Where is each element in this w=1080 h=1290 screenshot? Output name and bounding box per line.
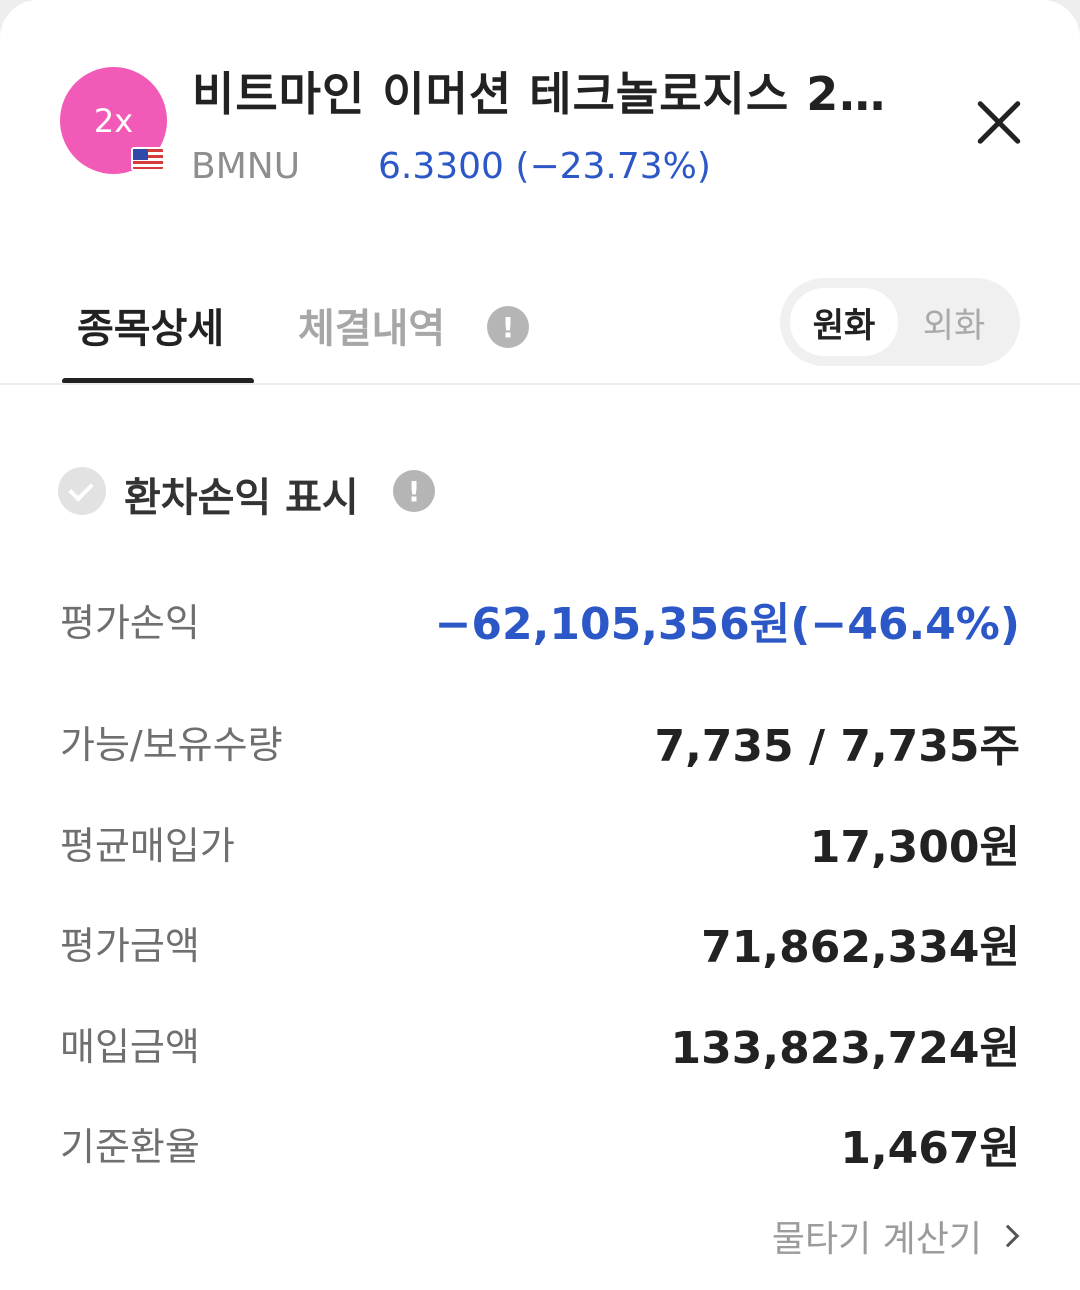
row-label: 매입금액 <box>60 1025 200 1069</box>
averaging-calculator-link[interactable]: 물타기 계산기 <box>771 1210 1020 1262</box>
info-icon[interactable]: ! <box>487 306 529 348</box>
chevron-right-icon <box>996 1224 1020 1248</box>
fx-pnl-checkbox[interactable] <box>58 467 106 515</box>
row-label: 가능/보유수량 <box>60 723 283 767</box>
info-icon[interactable]: ! <box>393 470 435 512</box>
tab-divider <box>0 383 1080 385</box>
row-exchange-rate: 기준환율 1,467원 <box>60 1116 1020 1176</box>
row-value: −62,105,356원(−46.4%) <box>434 599 1020 650</box>
row-label: 평균매입가 <box>60 824 235 868</box>
toggle-foreign[interactable]: 외화 <box>900 288 1008 356</box>
row-label: 평가손익 <box>60 601 200 645</box>
calculator-link-label: 물타기 계산기 <box>771 1219 982 1260</box>
price-change: 6.3300 (−23.73%) <box>378 146 711 187</box>
fx-pnl-label: 환차손익 표시 <box>124 475 359 521</box>
row-value: 17,300원 <box>809 822 1020 873</box>
row-value: 7,735 / 7,735주 <box>654 721 1020 772</box>
us-flag-icon <box>131 147 165 171</box>
row-value: 1,467원 <box>840 1123 1020 1174</box>
stock-detail-sheet: 2x 비트마인 이머션 테크놀로지스 2… BMNU 6.3300 (−23.7… <box>0 0 1080 1290</box>
row-quantity: 가능/보유수량 7,735 / 7,735주 <box>60 714 1020 774</box>
row-avg-price: 평균매입가 17,300원 <box>60 815 1020 875</box>
tab-stock-detail[interactable]: 종목상세 <box>77 296 224 354</box>
currency-toggle[interactable]: 원화 외화 <box>780 278 1020 366</box>
row-valuation-amount: 평가금액 71,862,334원 <box>60 915 1020 975</box>
row-valuation-pnl: 평가손익 −62,105,356원(−46.4%) <box>60 592 1020 652</box>
ticker-symbol: BMNU <box>191 146 301 187</box>
row-purchase-amount: 매입금액 133,823,724원 <box>60 1016 1020 1076</box>
toggle-krw[interactable]: 원화 <box>790 288 898 356</box>
logo-text: 2x <box>93 101 134 140</box>
row-value: 71,862,334원 <box>701 922 1020 973</box>
row-label: 평가금액 <box>60 924 200 968</box>
row-label: 기준환율 <box>60 1125 200 1169</box>
close-icon[interactable] <box>968 92 1030 154</box>
row-value: 133,823,724원 <box>670 1023 1020 1074</box>
tab-execution-history[interactable]: 체결내역 <box>298 296 445 354</box>
stock-name: 비트마인 이머션 테크놀로지스 2… <box>192 67 887 121</box>
